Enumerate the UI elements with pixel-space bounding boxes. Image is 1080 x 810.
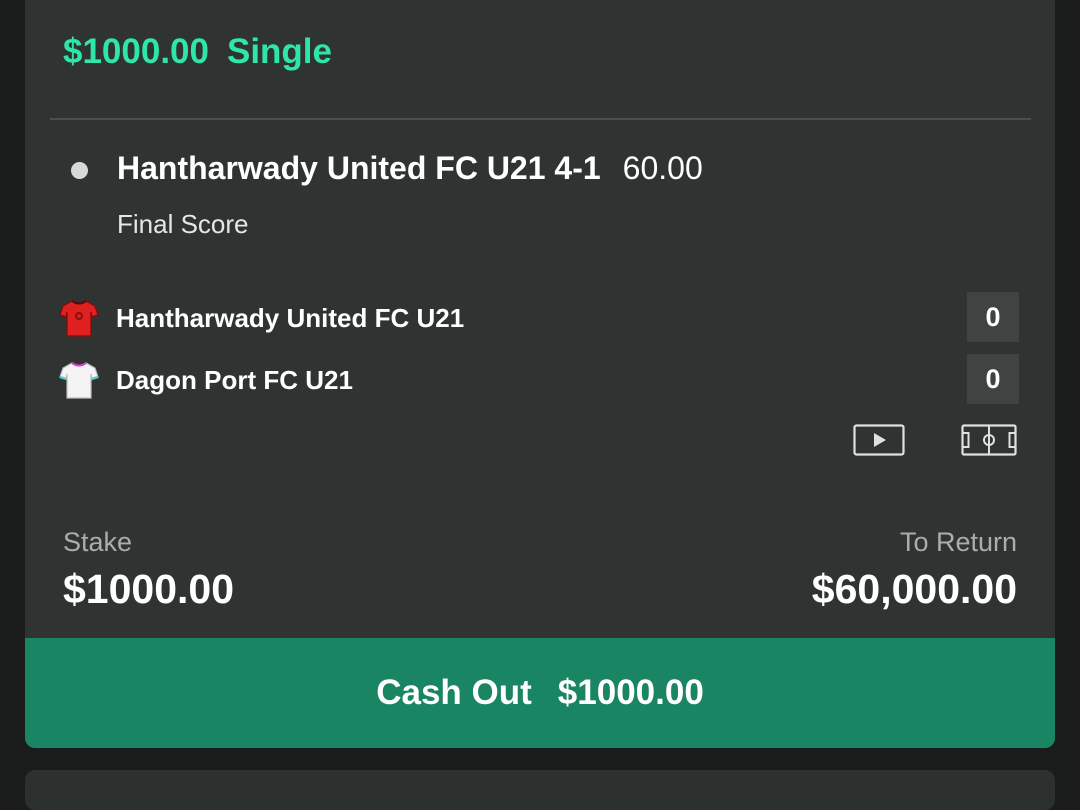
cash-out-amount: $1000.00 bbox=[557, 673, 704, 712]
bet-amount: $1000.00 bbox=[63, 32, 209, 71]
cash-out-button[interactable]: Cash Out $1000.00 bbox=[25, 638, 1055, 748]
red-jersey-icon bbox=[59, 300, 99, 337]
bet-type: Single bbox=[226, 32, 333, 71]
white-jersey-icon bbox=[59, 362, 99, 399]
selection-status-dot bbox=[71, 162, 88, 179]
play-video-icon[interactable] bbox=[853, 424, 905, 456]
stake-value: $1000.00 bbox=[63, 566, 235, 612]
market-name: Final Score bbox=[117, 209, 249, 239]
bet-header: $1000.00 Single bbox=[63, 32, 332, 72]
to-return-label: To Return bbox=[899, 527, 1017, 557]
home-team-score: 0 bbox=[967, 292, 1019, 342]
selection-title-row: Hantharwady United FC U21 4-1 60.00 bbox=[117, 150, 703, 187]
away-team-score: 0 bbox=[967, 354, 1019, 404]
divider bbox=[50, 118, 1031, 120]
home-team-name: Hantharwady United FC U21 bbox=[116, 303, 465, 333]
selection-odds: 60.00 bbox=[622, 150, 703, 186]
stake-label: Stake bbox=[63, 527, 133, 557]
pitch-view-icon[interactable] bbox=[961, 424, 1017, 456]
to-return-value: $60,000.00 bbox=[811, 566, 1017, 612]
next-bet-card bbox=[25, 770, 1055, 810]
selection-title: Hantharwady United FC U21 4-1 bbox=[117, 150, 601, 186]
away-team-name: Dagon Port FC U21 bbox=[116, 365, 353, 395]
team-row-home: Hantharwady United FC U21 0 bbox=[59, 292, 1019, 344]
bet-card: $1000.00 Single Hantharwady United FC U21… bbox=[25, 0, 1055, 748]
team-row-away: Dagon Port FC U21 0 bbox=[59, 354, 1019, 406]
cash-out-label: Cash Out bbox=[376, 673, 532, 712]
